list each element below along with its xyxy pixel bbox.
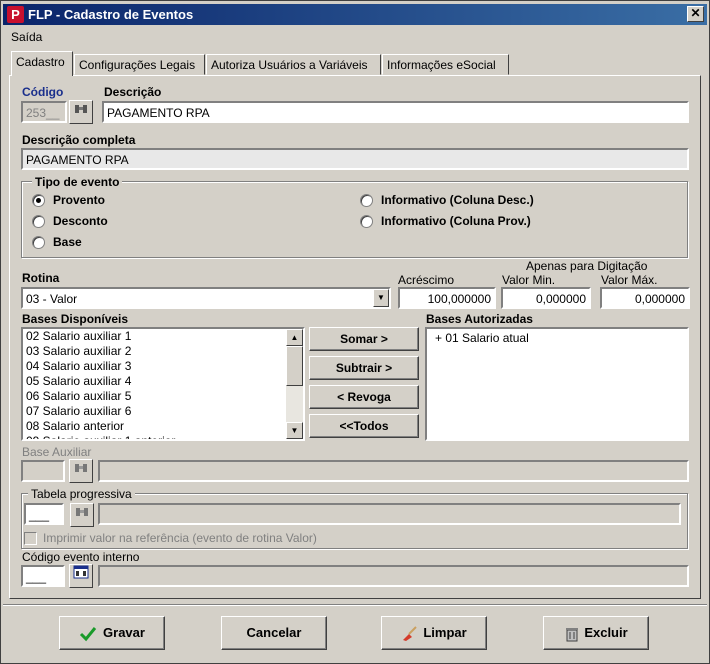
bases-disponiveis-label: Bases Disponíveis bbox=[22, 312, 129, 326]
base-auxiliar-label: Base Auxiliar bbox=[22, 445, 92, 459]
acrescimo-label: Acréscimo bbox=[398, 273, 455, 287]
subtrair-button[interactable]: Subtrair > bbox=[309, 356, 419, 380]
limpar-button[interactable]: Limpar bbox=[381, 616, 487, 650]
list-item[interactable]: 08 Salario anterior bbox=[23, 419, 303, 434]
tab-informacoes-esocial[interactable]: Informações eSocial bbox=[382, 54, 509, 75]
bases-disponiveis-list[interactable]: 02 Salario auxiliar 1 03 Salario auxiliar… bbox=[21, 327, 305, 441]
list-item[interactable]: + 01 Salario atual bbox=[432, 331, 687, 346]
valor-max-label: Valor Máx. bbox=[601, 273, 658, 287]
footer-separator bbox=[3, 604, 707, 606]
trash-icon bbox=[566, 627, 579, 642]
base-auxiliar-code[interactable] bbox=[21, 460, 65, 482]
valor-min-field[interactable]: 0,000000 bbox=[501, 287, 591, 309]
eraser-brush-icon bbox=[403, 625, 418, 641]
close-button[interactable]: ✕ bbox=[687, 6, 704, 22]
main-window: P FLP - Cadastro de Eventos ✕ Saída Cada… bbox=[0, 0, 710, 664]
informativo-desc-radio[interactable] bbox=[360, 194, 373, 207]
menu-saida[interactable]: Saída bbox=[11, 30, 42, 44]
somar-button[interactable]: Somar > bbox=[309, 327, 419, 351]
valor-max-field[interactable]: 0,000000 bbox=[600, 287, 690, 309]
menu-bar: Saída bbox=[3, 28, 707, 46]
list-item[interactable]: 07 Salario auxiliar 6 bbox=[23, 404, 303, 419]
tipo-evento-title: Tipo de evento bbox=[32, 175, 123, 189]
window-title: FLP - Cadastro de Eventos bbox=[28, 7, 194, 22]
list-item[interactable]: 09 Salario auxiliar 1 anterior bbox=[23, 434, 303, 439]
bases-autorizadas-list[interactable]: + 01 Salario atual bbox=[425, 327, 689, 441]
binoculars-search-button[interactable] bbox=[69, 100, 93, 124]
imprimir-checkbox[interactable] bbox=[24, 532, 37, 545]
codigo-label: Código bbox=[22, 85, 64, 99]
codigo-interno-label: Código evento interno bbox=[22, 550, 140, 564]
limpar-label: Limpar bbox=[423, 625, 467, 640]
checkmark-icon bbox=[79, 626, 97, 641]
valor-min-label: Valor Min. bbox=[502, 273, 556, 287]
binoculars-icon bbox=[75, 464, 87, 472]
rotina-value: 03 - Valor bbox=[26, 292, 78, 306]
desconto-label: Desconto bbox=[53, 214, 108, 228]
chevron-down-icon[interactable]: ▼ bbox=[373, 289, 389, 307]
calendar-binoculars-icon bbox=[73, 565, 89, 579]
desconto-radio[interactable] bbox=[32, 215, 45, 228]
list-item[interactable]: 02 Salario auxiliar 1 bbox=[23, 329, 303, 344]
base-radio[interactable] bbox=[32, 236, 45, 249]
codigo-interno-desc[interactable] bbox=[98, 565, 689, 587]
provento-label: Provento bbox=[53, 193, 106, 207]
apenas-digitacao-label: Apenas para Digitação bbox=[526, 259, 648, 273]
descricao-field[interactable]: PAGAMENTO RPA bbox=[102, 101, 689, 123]
subtrair-label: Subtrair > bbox=[335, 361, 393, 375]
tabela-desc[interactable] bbox=[98, 503, 681, 525]
rotina-label: Rotina bbox=[22, 271, 60, 285]
scroll-down-icon[interactable]: ▼ bbox=[286, 422, 303, 439]
informativo-prov-label: Informativo (Coluna Prov.) bbox=[381, 214, 531, 228]
list-item[interactable]: 05 Salario auxiliar 4 bbox=[23, 374, 303, 389]
scroll-thumb[interactable] bbox=[286, 346, 303, 386]
tab-autoriza-usuarios[interactable]: Autoriza Usuários a Variáveis bbox=[206, 54, 381, 75]
bases-scrollbar[interactable]: ▲ ▼ bbox=[286, 329, 303, 439]
gravar-button[interactable]: Gravar bbox=[59, 616, 165, 650]
excluir-button[interactable]: Excluir bbox=[543, 616, 649, 650]
base-auxiliar-desc[interactable] bbox=[98, 460, 689, 482]
title-bar: P FLP - Cadastro de Eventos ✕ bbox=[3, 4, 707, 25]
gravar-label: Gravar bbox=[103, 625, 145, 640]
cancelar-label: Cancelar bbox=[246, 625, 302, 640]
bases-autorizadas-label: Bases Autorizadas bbox=[426, 312, 533, 326]
revoga-label: < Revoga bbox=[337, 390, 391, 404]
todos-button[interactable]: <<Todos bbox=[309, 414, 419, 438]
codigo-interno-lookup-button[interactable] bbox=[69, 564, 93, 588]
descricao-completa-field[interactable]: PAGAMENTO RPA bbox=[21, 148, 689, 170]
rotina-select[interactable]: 03 - Valor ▼ bbox=[21, 287, 391, 309]
acrescimo-field[interactable]: 100,000000 bbox=[398, 287, 496, 309]
codigo-field[interactable]: 253__ bbox=[21, 101, 67, 123]
descricao-label: Descrição bbox=[104, 85, 162, 99]
informativo-desc-label: Informativo (Coluna Desc.) bbox=[381, 193, 534, 207]
list-item[interactable]: 03 Salario auxiliar 2 bbox=[23, 344, 303, 359]
provento-radio[interactable] bbox=[32, 194, 45, 207]
todos-label: <<Todos bbox=[339, 419, 389, 433]
binoculars-icon bbox=[76, 508, 88, 516]
codigo-interno-field[interactable]: ___ bbox=[21, 565, 65, 587]
excluir-label: Excluir bbox=[584, 625, 628, 640]
app-logo-icon: P bbox=[7, 6, 24, 23]
tab-configuracoes-legais[interactable]: Configurações Legais bbox=[74, 54, 205, 75]
tabela-search-button[interactable] bbox=[70, 503, 94, 527]
revoga-button[interactable]: < Revoga bbox=[309, 385, 419, 409]
tabela-code[interactable]: ___ bbox=[24, 503, 64, 525]
descricao-completa-label: Descrição completa bbox=[22, 133, 136, 147]
binoculars-icon bbox=[75, 105, 87, 113]
cancelar-button[interactable]: Cancelar bbox=[221, 616, 327, 650]
list-item[interactable]: 04 Salario auxiliar 3 bbox=[23, 359, 303, 374]
somar-label: Somar > bbox=[340, 332, 388, 346]
imprimir-label: Imprimir valor na referência (evento de … bbox=[43, 531, 317, 545]
tabela-progressiva-title: Tabela progressiva bbox=[28, 487, 135, 501]
list-item[interactable]: 06 Salario auxiliar 5 bbox=[23, 389, 303, 404]
base-label: Base bbox=[53, 235, 82, 249]
scroll-up-icon[interactable]: ▲ bbox=[286, 329, 303, 346]
tab-cadastro[interactable]: Cadastro bbox=[11, 51, 73, 76]
tipo-evento-group bbox=[21, 181, 688, 258]
base-auxiliar-search-button[interactable] bbox=[69, 459, 93, 483]
informativo-prov-radio[interactable] bbox=[360, 215, 373, 228]
